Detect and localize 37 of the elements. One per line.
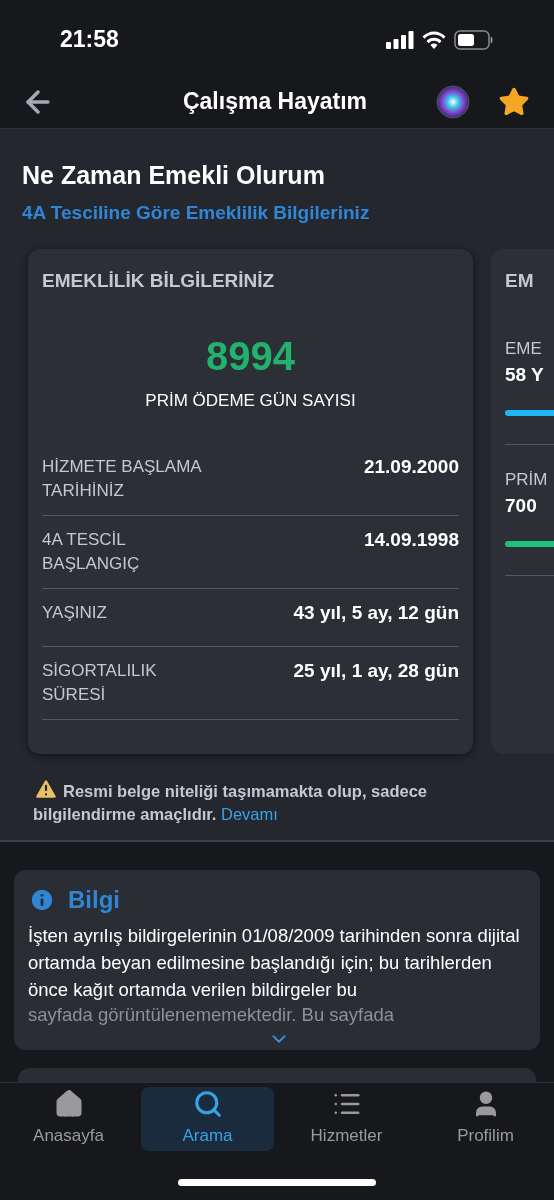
info-value: 25 yıl, 1 ay, 28 gün (293, 659, 459, 683)
disclaimer-text: Resmi belge niteliği taşımamakta olup, sadece bilgilendirme amaçlıdır. Devamı (33, 776, 521, 826)
signal-icon (386, 30, 414, 49)
home-icon (53, 1089, 84, 1120)
prim-day-label: PRİM ÖDEME GÜN SAYISI (144, 389, 357, 412)
info-text: İşten ayrılış bildirgelerinin 01/08/2009 tarihinden sonra dijital ortamda beyan edilmesine başlandığı için; bu tarihlerden önce kağıt ortamda verilen bildirgeler bu (28, 924, 521, 1002)
tab-bar-item[interactable]: Hizmetler (280, 1087, 413, 1151)
search-icon (192, 1089, 223, 1120)
info-icon (28, 886, 56, 914)
battery-icon (454, 29, 494, 50)
card-title: EMEKLİLİK BİLGİLERİNİZ (42, 269, 276, 293)
info-label: YAŞINIZ (42, 602, 108, 624)
info-value: 21.09.2000 (363, 455, 459, 479)
tab-bar-item[interactable]: Anasayfa (2, 1087, 135, 1151)
more-link[interactable]: Devamı (221, 805, 278, 823)
info-value: 58 Y (505, 363, 545, 387)
tab-bar-item[interactable]: Profilim (419, 1087, 552, 1151)
info-label: 4A TESCİL BAŞLANGIÇ (42, 529, 141, 575)
assistant-orb-icon[interactable] (436, 84, 470, 119)
info-label: SİGORTALILIK SÜRESİ (42, 660, 158, 706)
prim-day-count: 8994 (205, 335, 296, 376)
info-label: PRİM (505, 468, 549, 491)
info-label: HİZMETE BAŞLAMA TARİHİNİZ (42, 456, 203, 502)
info-title: Bilgi (68, 885, 120, 915)
header-title: Çalışma Hayatım (181, 87, 369, 117)
wifi-icon (422, 30, 446, 49)
info-label: EME (505, 337, 543, 360)
favorite-button[interactable] (498, 85, 530, 118)
page-subtitle: 4A Tesciline Göre Emeklilik Bilgileriniz (22, 200, 371, 225)
info-value: 14.09.1998 (363, 528, 459, 552)
page-title: Ne Zaman Emekli Olurum (22, 160, 326, 191)
info-value: 700 (505, 494, 538, 518)
card-title: EM (505, 269, 535, 293)
tab-bar-item[interactable]: Arama (141, 1087, 274, 1151)
info-text-faded: sayfada görüntülenememektedir. Bu sayfada (28, 1003, 396, 1027)
info-value: 43 yıl, 5 ay, 12 gün (293, 601, 459, 625)
status-time: 21:58 (60, 25, 119, 55)
